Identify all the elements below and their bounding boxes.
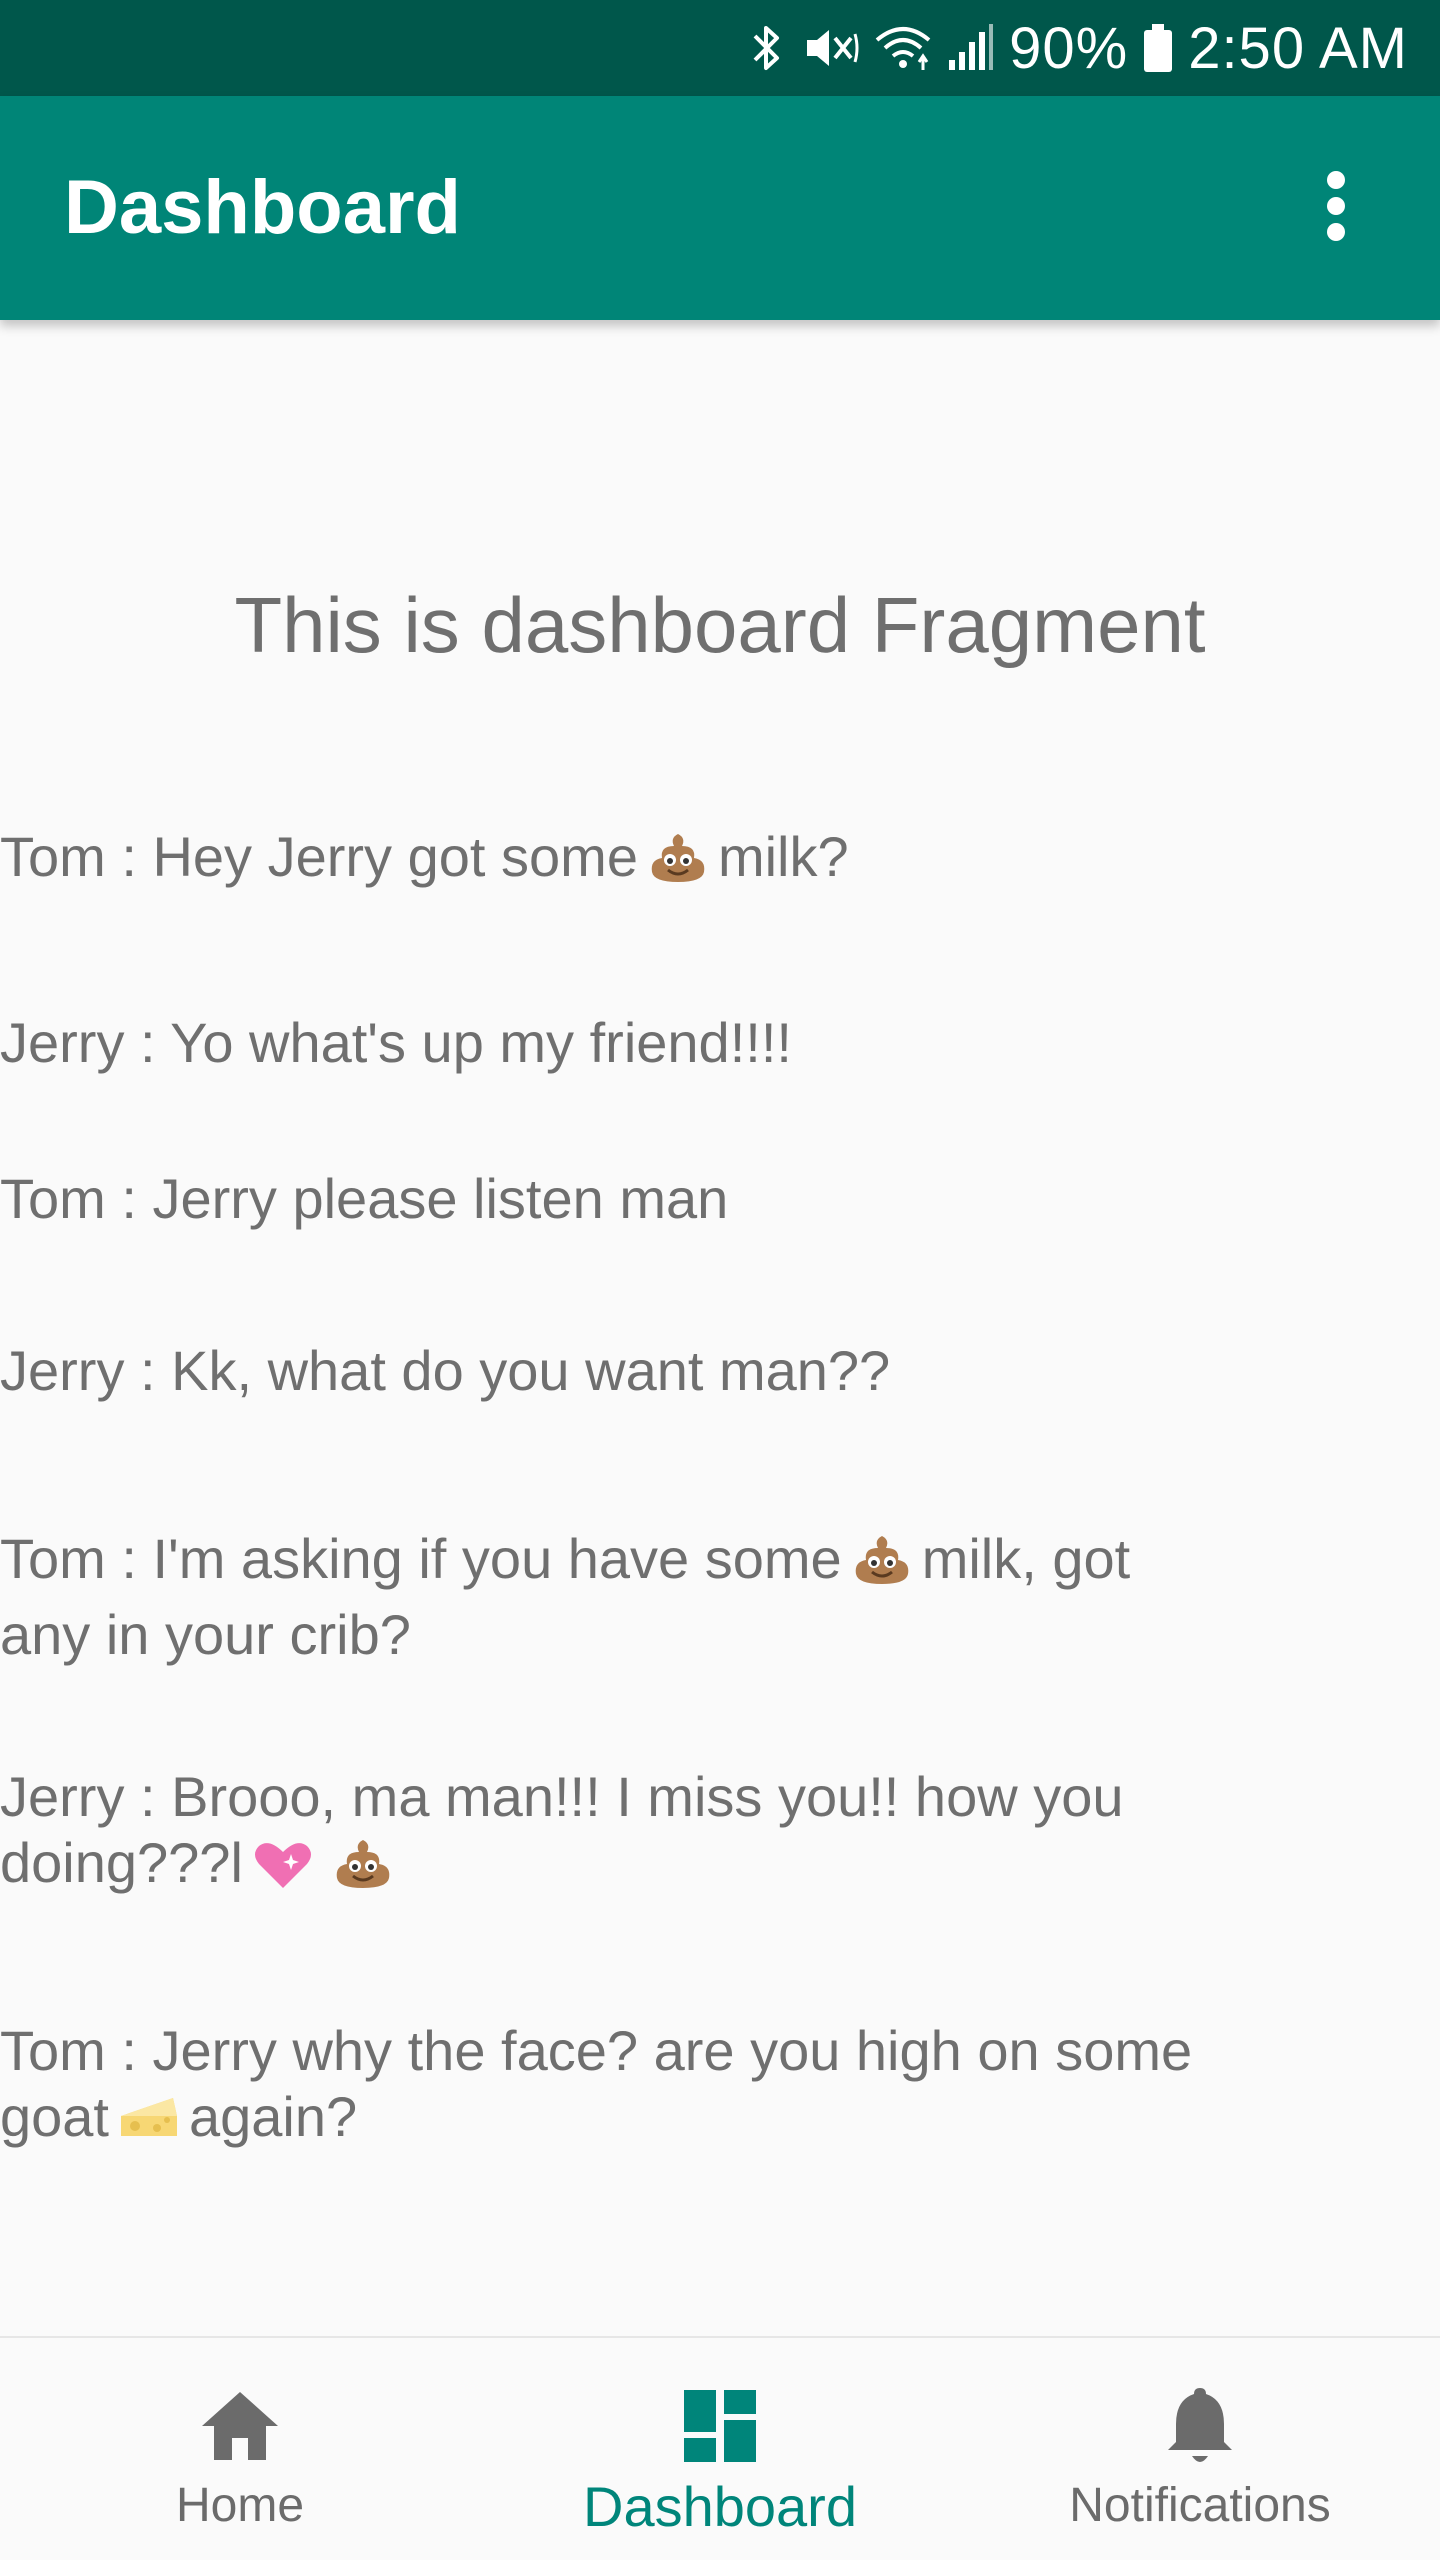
nav-item-home[interactable]: Home (0, 2338, 480, 2560)
cheese-emoji-icon (117, 2090, 181, 2160)
bottom-navigation: Home Dashboard Notifications (0, 2336, 1440, 2560)
message-text: Jerry : Kk, what do you want man?? (0, 1339, 891, 1402)
poop-emoji-icon (646, 830, 710, 900)
wifi-icon (873, 22, 933, 74)
battery-percentage: 90% (1009, 15, 1129, 81)
more-vert-icon (1324, 170, 1348, 247)
message-text-suffix: again? (189, 2085, 358, 2148)
dashboard-icon (672, 2378, 768, 2474)
poop-emoji-icon (331, 1836, 395, 1906)
message-text: Jerry : Yo what's up my friend!!!! (0, 1011, 792, 1074)
status-icons: 90% 2:50 AM (745, 0, 1408, 96)
bluetooth-icon (745, 22, 789, 74)
nav-label-notifications: Notifications (1069, 2479, 1331, 2532)
message-text: Tom : I'm asking if you have some (0, 1527, 842, 1590)
signal-icon (947, 22, 995, 74)
chat-message: Jerry : Kk, what do you want man?? (0, 1338, 1200, 1404)
poop-emoji-icon (850, 1532, 914, 1602)
vibrate-mute-icon (803, 22, 859, 74)
clock: 2:50 AM (1188, 15, 1408, 81)
message-text: Tom : Hey Jerry got some (0, 825, 638, 888)
bell-icon (1152, 2378, 1248, 2474)
battery-icon (1142, 22, 1174, 74)
home-icon (192, 2378, 288, 2474)
nav-label-dashboard: Dashboard (583, 2475, 857, 2538)
chat-message: Tom : Hey Jerry got some milk? (0, 824, 1200, 900)
chat-message: Jerry : Brooo, ma man!!! I miss you!! ho… (0, 1764, 1200, 1906)
status-bar: 90% 2:50 AM (0, 0, 1440, 96)
chat-message: Tom : Jerry why the face? are you high o… (0, 2018, 1200, 2160)
chat-message: Jerry : Yo what's up my friend!!!! (0, 1010, 1200, 1076)
app-bar: Dashboard (0, 96, 1440, 320)
screen: 90% 2:50 AM Dashboard This is dashboard … (0, 0, 1440, 2560)
fragment-text: This is dashboard Fragment (234, 581, 1206, 669)
chat-message: Tom : I'm asking if you have some milk, … (0, 1526, 1200, 1668)
sparkling-heart-emoji-icon (251, 1836, 315, 1906)
chat-message: Tom : Jerry please listen man (0, 1166, 1200, 1232)
dashboard-content: This is dashboard Fragment Tom : Hey Jer… (0, 320, 1440, 2336)
nav-item-notifications[interactable]: Notifications (960, 2338, 1440, 2560)
app-bar-title: Dashboard (64, 165, 461, 250)
nav-label-home: Home (175, 2479, 305, 2532)
overflow-menu-button[interactable] (1280, 152, 1392, 264)
nav-item-dashboard[interactable]: Dashboard (480, 2338, 960, 2560)
message-text-suffix: milk? (717, 825, 849, 888)
message-text: Tom : Jerry please listen man (0, 1167, 729, 1230)
message-text: Jerry : Brooo, ma man!!! I miss you!! ho… (0, 1765, 1124, 1894)
